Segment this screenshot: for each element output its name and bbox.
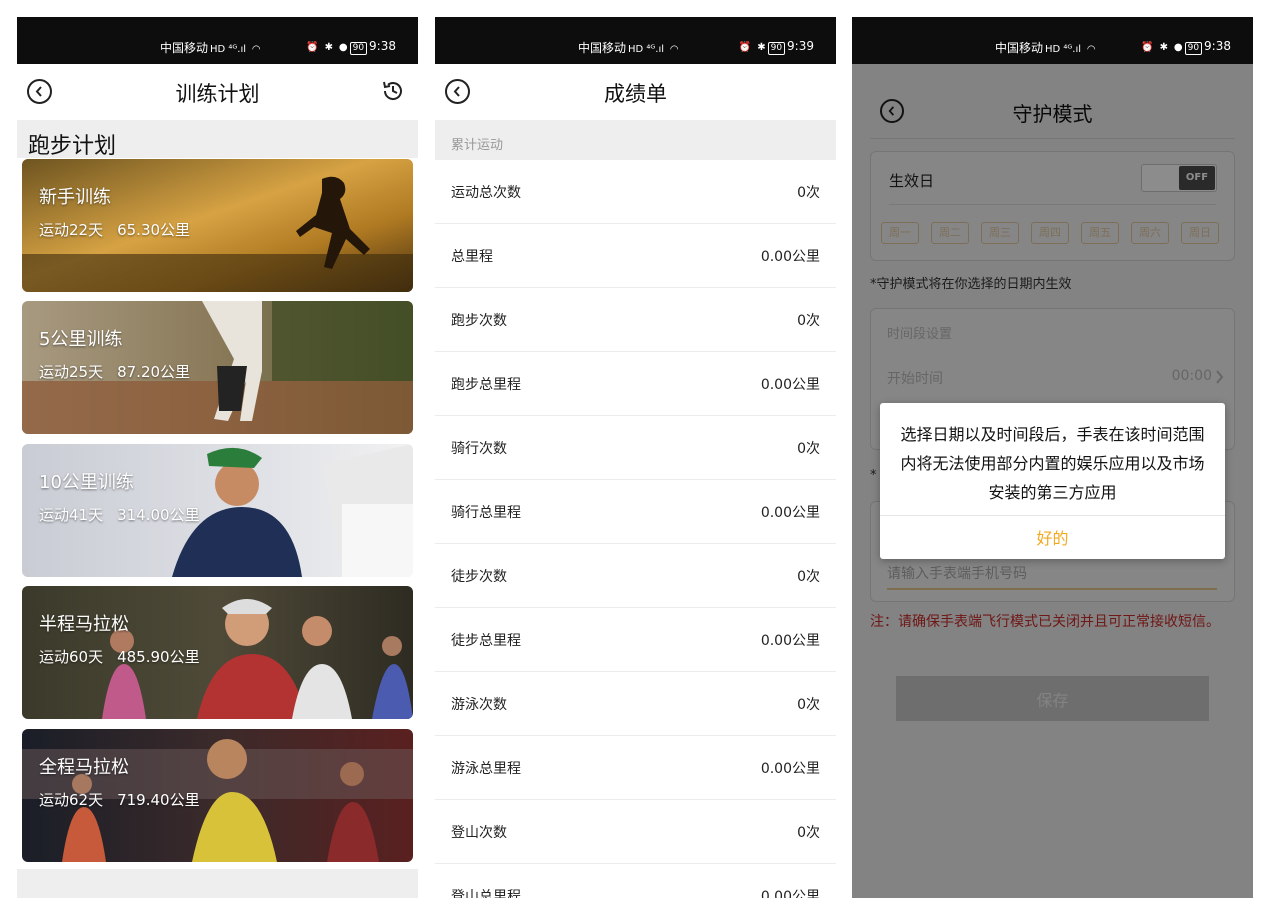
- plan-stats: 运动25天 87.20公里: [39, 363, 191, 381]
- stat-value: 0.00公里: [760, 505, 820, 521]
- nav-bar: 训练计划: [17, 64, 418, 120]
- plan-card-half-marathon[interactable]: 半程马拉松 运动60天 485.90公里: [22, 586, 413, 719]
- history-icon[interactable]: [380, 78, 406, 108]
- stat-label: 骑行次数: [451, 441, 507, 457]
- stat-row-total-distance: 总里程 0.00公里: [435, 224, 836, 288]
- stat-row-swim-count: 游泳次数 0次: [435, 672, 836, 736]
- alert-dialog: 选择日期以及时间段后，手表在该时间范围内将无法使用部分内置的娱乐应用以及市场安装…: [880, 403, 1225, 559]
- dialog-message: 选择日期以及时间段后，手表在该时间范围内将无法使用部分内置的娱乐应用以及市场安装…: [900, 425, 1205, 502]
- plan-name: 半程马拉松: [39, 614, 129, 635]
- stat-value: 0.00公里: [760, 249, 820, 265]
- location-icon: ●: [1173, 42, 1183, 53]
- carrier-name: 中国移动 HD ⁴ᴳ.ıl ◠: [995, 41, 1096, 55]
- status-right: ⏰ ✱ ● 90 9:38: [1139, 39, 1231, 55]
- stat-row-climb-distance: 登山总里程 0.00公里: [435, 864, 836, 898]
- stat-value: 0次: [797, 697, 820, 713]
- clock: 9:39: [787, 39, 814, 53]
- stat-label: 游泳次数: [451, 697, 507, 713]
- stat-row-hike-distance: 徒步总里程 0.00公里: [435, 608, 836, 672]
- stat-value: 0.00公里: [760, 633, 820, 649]
- clock: 9:38: [1204, 39, 1231, 53]
- stat-row-swim-distance: 游泳总里程 0.00公里: [435, 736, 836, 800]
- ok-button[interactable]: 好的: [880, 515, 1225, 559]
- stat-row-run-distance: 跑步总里程 0.00公里: [435, 352, 836, 416]
- nav-bar: 成绩单: [435, 64, 836, 120]
- stat-label: 骑行总里程: [451, 505, 521, 521]
- status-right: ⏰ ✱ 90 9:39: [737, 39, 814, 55]
- page-title: 成绩单: [604, 82, 667, 106]
- stat-value: 0次: [797, 441, 820, 457]
- plan-card-10k[interactable]: 10公里训练 运动41天 314.00公里: [22, 444, 413, 577]
- plan-card-full-marathon[interactable]: 全程马拉松 运动62天 719.40公里: [22, 729, 413, 862]
- stat-label: 跑步次数: [451, 313, 507, 329]
- carrier-name: 中国移动 HD ⁴ᴳ.ıl ◠: [578, 41, 679, 55]
- status-bar: 中国移动 HD ⁴ᴳ.ıl ◠ ⏰ ✱ ● 90 9:38: [852, 17, 1253, 64]
- guard-mode-screen: 中国移动 HD ⁴ᴳ.ıl ◠ ⏰ ✱ ● 90 9:38 守护模式 生效日 OFF …: [852, 17, 1253, 898]
- section-header: 跑步计划: [17, 120, 418, 159]
- bluetooth-icon: ✱: [324, 42, 334, 53]
- stat-value: 0次: [797, 569, 820, 585]
- stat-row-cycle-count: 骑行次数 0次: [435, 416, 836, 480]
- battery-icon: 90: [1184, 42, 1203, 55]
- stat-label: 登山总里程: [451, 889, 521, 898]
- page-title: 训练计划: [175, 82, 260, 106]
- stat-row-run-count: 跑步次数 0次: [435, 288, 836, 352]
- plan-card-5k[interactable]: 5公里训练 运动25天 87.20公里: [22, 301, 413, 434]
- alarm-icon: ⏰: [306, 42, 319, 53]
- stat-label: 总里程: [451, 249, 493, 265]
- stat-value: 0.00公里: [760, 761, 820, 777]
- stat-value: 0次: [797, 825, 820, 841]
- alarm-icon: ⏰: [1141, 42, 1154, 53]
- stat-value: 0.00公里: [760, 889, 820, 898]
- location-icon: ●: [338, 42, 348, 53]
- report-screen: 中国移动 HD ⁴ᴳ.ıl ◠ ⏰ ✱ 90 9:39 成绩单 累计运动 运动总次数 0…: [435, 17, 836, 898]
- battery-icon: 90: [767, 42, 786, 55]
- stat-label: 徒步总里程: [451, 633, 521, 649]
- stat-label: 游泳总里程: [451, 761, 521, 777]
- plan-stats: 运动22天 65.30公里: [39, 221, 191, 239]
- plan-stats: 运动60天 485.90公里: [39, 648, 200, 666]
- plan-name: 新手训练: [39, 187, 111, 208]
- list-footer: [17, 869, 418, 898]
- plan-card-beginner[interactable]: 新手训练 运动22天 65.30公里: [22, 159, 413, 292]
- battery-icon: 90: [349, 42, 368, 55]
- stat-row-total-count: 运动总次数 0次: [435, 160, 836, 224]
- stat-row-hike-count: 徒步次数 0次: [435, 544, 836, 608]
- stat-label: 跑步总里程: [451, 377, 521, 393]
- stat-row-climb-count: 登山次数 0次: [435, 800, 836, 864]
- section-header: 累计运动: [435, 120, 836, 160]
- stat-value: 0.00公里: [760, 377, 820, 393]
- section-title: 跑步计划: [28, 134, 117, 159]
- status-bar: 中国移动 HD ⁴ᴳ.ıl ◠ ⏰ ✱ 90 9:39: [435, 17, 836, 64]
- stat-row-cycle-distance: 骑行总里程 0.00公里: [435, 480, 836, 544]
- stat-value: 0次: [797, 313, 820, 329]
- stat-label: 徒步次数: [451, 569, 507, 585]
- stat-value: 0次: [797, 185, 820, 201]
- plan-name: 全程马拉松: [39, 757, 129, 778]
- training-plan-screen: 中国移动 HD ⁴ᴳ.ıl ◠ ⏰ ✱ ● 90 9:38 训练计划 跑步计划 新手训…: [17, 17, 418, 898]
- plan-stats: 运动62天 719.40公里: [39, 791, 200, 809]
- status-bar: 中国移动 HD ⁴ᴳ.ıl ◠ ⏰ ✱ ● 90 9:38: [17, 17, 418, 64]
- stat-label: 运动总次数: [451, 185, 521, 201]
- bluetooth-icon: ✱: [1159, 42, 1169, 53]
- stat-label: 登山次数: [451, 825, 507, 841]
- carrier-name: 中国移动 HD ⁴ᴳ.ıl ◠: [160, 41, 261, 55]
- bluetooth-icon: ✱: [757, 42, 766, 53]
- plan-name: 5公里训练: [39, 329, 123, 350]
- section-label: 累计运动: [451, 138, 504, 153]
- clock: 9:38: [369, 39, 396, 53]
- alarm-icon: ⏰: [738, 42, 752, 53]
- status-right: ⏰ ✱ ● 90 9:38: [304, 39, 396, 55]
- plan-name: 10公里训练: [39, 472, 134, 493]
- plan-stats: 运动41天 314.00公里: [39, 506, 200, 524]
